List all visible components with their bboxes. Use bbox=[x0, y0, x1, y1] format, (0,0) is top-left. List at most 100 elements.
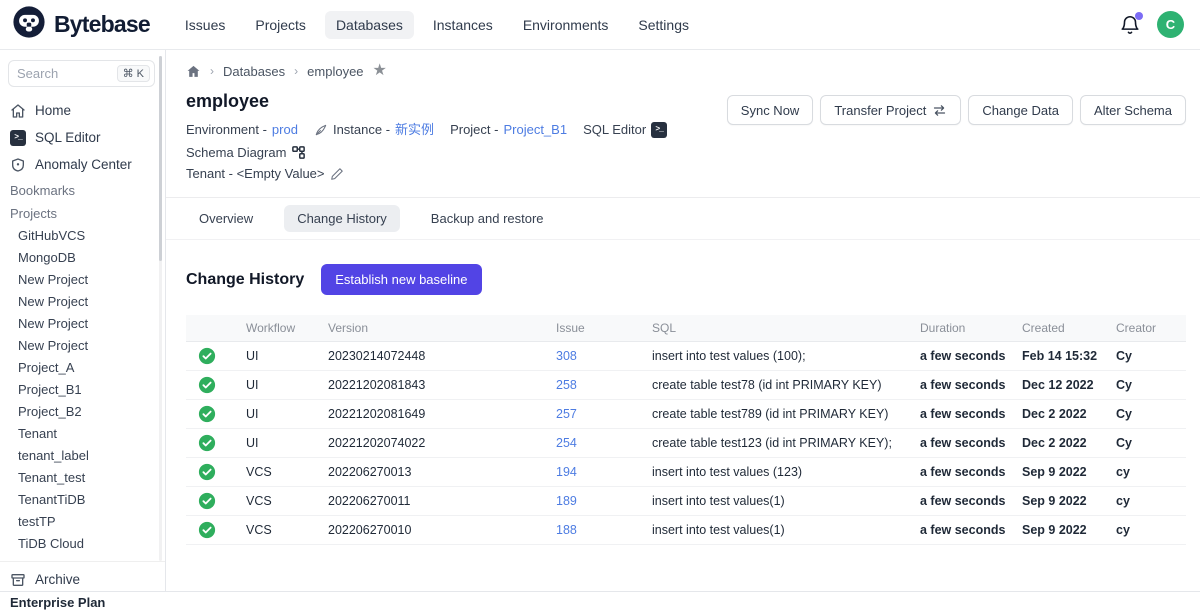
issue-link[interactable]: 189 bbox=[556, 494, 577, 508]
sidebar-scrollbar-thumb[interactable] bbox=[159, 56, 162, 261]
nav-item[interactable]: Instances bbox=[422, 11, 504, 39]
nav-item[interactable]: Projects bbox=[244, 11, 317, 39]
nav-item[interactable]: Environments bbox=[512, 11, 620, 39]
status-cell bbox=[186, 492, 234, 510]
tab[interactable]: Change History bbox=[284, 205, 400, 232]
sidebar-section-projects: Projects bbox=[0, 201, 165, 224]
version-cell: 20230214072448 bbox=[316, 349, 544, 363]
created-cell: Sep 9 2022 bbox=[1010, 465, 1104, 479]
sidebar-project-item[interactable]: tenant_label bbox=[0, 444, 165, 466]
sidebar-project-item[interactable]: TenantTiDB bbox=[0, 488, 165, 510]
project-link[interactable]: Project_B1 bbox=[503, 119, 567, 140]
created-cell: Feb 14 15:32 bbox=[1010, 349, 1104, 363]
table-header-cell: SQL bbox=[640, 321, 908, 335]
sidebar-item-home[interactable]: Home bbox=[0, 97, 165, 124]
sidebar-project-item[interactable]: Project_A bbox=[0, 356, 165, 378]
breadcrumb-databases[interactable]: Databases bbox=[223, 64, 285, 79]
issue-cell: 257 bbox=[544, 407, 640, 421]
schema-diagram-shortcut[interactable]: Schema Diagram bbox=[186, 142, 306, 163]
issue-link[interactable]: 308 bbox=[556, 349, 577, 363]
table-header-row: Workflow Version Issue SQL Duration Crea… bbox=[186, 315, 1186, 342]
table-header-cell: Issue bbox=[544, 321, 640, 335]
subscription-plan-label[interactable]: Enterprise Plan bbox=[10, 595, 105, 610]
sidebar-project-item[interactable]: GitHubVCS bbox=[0, 224, 165, 246]
bytebase-logo[interactable]: Bytebase bbox=[12, 5, 150, 44]
environment-link[interactable]: prod bbox=[272, 119, 298, 140]
table-row[interactable]: VCS 202206270013 194 insert into test va… bbox=[186, 458, 1186, 487]
issue-link[interactable]: 258 bbox=[556, 378, 577, 392]
table-row[interactable]: VCS 202206270010 188 insert into test va… bbox=[186, 516, 1186, 545]
notification-bell-icon[interactable] bbox=[1119, 14, 1141, 36]
nav-item[interactable]: Databases bbox=[325, 11, 414, 39]
breadcrumb-employee[interactable]: employee bbox=[307, 64, 363, 79]
breadcrumb-separator: › bbox=[210, 64, 214, 78]
sidebar-project-item[interactable]: MongoDB bbox=[0, 246, 165, 268]
sidebar-project-item[interactable]: Tenant bbox=[0, 422, 165, 444]
sync-now-button[interactable]: Sync Now bbox=[727, 95, 814, 125]
database-tabs: Overview Change History Backup and resto… bbox=[166, 197, 1200, 240]
sql-cell: insert into test values(1) bbox=[640, 523, 908, 537]
meta-instance: Instance - 新实例 bbox=[314, 119, 434, 140]
instance-link[interactable]: 新实例 bbox=[395, 119, 434, 140]
table-row[interactable]: UI 20221202081843 258 create table test7… bbox=[186, 371, 1186, 400]
status-cell bbox=[186, 434, 234, 452]
sidebar-project-item[interactable]: New Project bbox=[0, 268, 165, 290]
sidebar-project-list: GitHubVCS MongoDB New Project New Projec… bbox=[0, 224, 165, 554]
issue-link[interactable]: 188 bbox=[556, 523, 577, 537]
duration-cell: a few seconds bbox=[908, 465, 1010, 479]
workflow-cell: VCS bbox=[234, 494, 316, 508]
nav-item[interactable]: Settings bbox=[627, 11, 700, 39]
table-row[interactable]: UI 20221202074022 254 create table test1… bbox=[186, 429, 1186, 458]
sidebar-project-item[interactable]: New Project bbox=[0, 334, 165, 356]
sidebar-item-anomaly-center[interactable]: Anomaly Center bbox=[0, 151, 165, 178]
user-avatar[interactable]: C bbox=[1157, 11, 1184, 38]
table-header-cell: Creator bbox=[1104, 321, 1186, 335]
transfer-arrows-icon bbox=[932, 103, 947, 118]
edit-pencil-icon[interactable] bbox=[330, 167, 344, 181]
sidebar-project-item[interactable]: New Project bbox=[0, 312, 165, 334]
home-icon[interactable] bbox=[186, 64, 201, 79]
table-row[interactable]: VCS 202206270011 189 insert into test va… bbox=[186, 487, 1186, 516]
table-row[interactable]: UI 20230214072448 308 insert into test v… bbox=[186, 342, 1186, 371]
version-cell: 20221202081843 bbox=[316, 378, 544, 392]
sidebar-project-item[interactable]: Project_B1 bbox=[0, 378, 165, 400]
sidebar-project-item[interactable]: TiDB Cloud bbox=[0, 532, 165, 554]
issue-link[interactable]: 254 bbox=[556, 436, 577, 450]
sidebar-project-item[interactable]: Tenant_test bbox=[0, 466, 165, 488]
sidebar-project-item[interactable]: New Project bbox=[0, 290, 165, 312]
nav-item[interactable]: Issues bbox=[174, 11, 236, 39]
issue-link[interactable]: 194 bbox=[556, 465, 577, 479]
sidebar-item-archive[interactable]: Archive bbox=[0, 566, 165, 591]
sidebar-section-bookmarks: Bookmarks bbox=[0, 178, 165, 201]
establish-baseline-button[interactable]: Establish new baseline bbox=[321, 264, 481, 295]
status-cell bbox=[186, 405, 234, 423]
tab[interactable]: Overview bbox=[186, 205, 266, 232]
creator-cell: cy bbox=[1104, 523, 1186, 537]
change-data-button[interactable]: Change Data bbox=[968, 95, 1073, 125]
sidebar-item-sql-editor[interactable]: >_ SQL Editor bbox=[0, 124, 165, 151]
issue-link[interactable]: 257 bbox=[556, 407, 577, 421]
workflow-cell: VCS bbox=[234, 523, 316, 537]
change-history-table: Workflow Version Issue SQL Duration Crea… bbox=[186, 315, 1186, 545]
sql-editor-icon: >_ bbox=[651, 122, 667, 138]
favorite-star-icon[interactable]: ★ bbox=[373, 63, 387, 79]
workflow-cell: UI bbox=[234, 407, 316, 421]
search-input[interactable] bbox=[17, 66, 103, 81]
tab[interactable]: Backup and restore bbox=[418, 205, 557, 232]
duration-cell: a few seconds bbox=[908, 494, 1010, 508]
table-row[interactable]: UI 20221202081649 257 create table test7… bbox=[186, 400, 1186, 429]
home-icon bbox=[10, 103, 26, 119]
search-box[interactable]: ⌘ K bbox=[8, 60, 155, 87]
table-header-cell: Duration bbox=[908, 321, 1010, 335]
transfer-project-button[interactable]: Transfer Project bbox=[820, 95, 961, 125]
table-header-cell: Created bbox=[1010, 321, 1104, 335]
created-cell: Dec 12 2022 bbox=[1010, 378, 1104, 392]
issue-cell: 188 bbox=[544, 523, 640, 537]
database-meta: Environment - prod Instance - 新实例 Projec… bbox=[186, 119, 727, 184]
sidebar-project-item[interactable]: testTP bbox=[0, 510, 165, 532]
sql-editor-shortcut[interactable]: SQL Editor >_ bbox=[583, 119, 667, 140]
sidebar-project-item[interactable]: Project_B2 bbox=[0, 400, 165, 422]
sql-cell: insert into test values(1) bbox=[640, 494, 908, 508]
created-cell: Sep 9 2022 bbox=[1010, 494, 1104, 508]
alter-schema-button[interactable]: Alter Schema bbox=[1080, 95, 1186, 125]
